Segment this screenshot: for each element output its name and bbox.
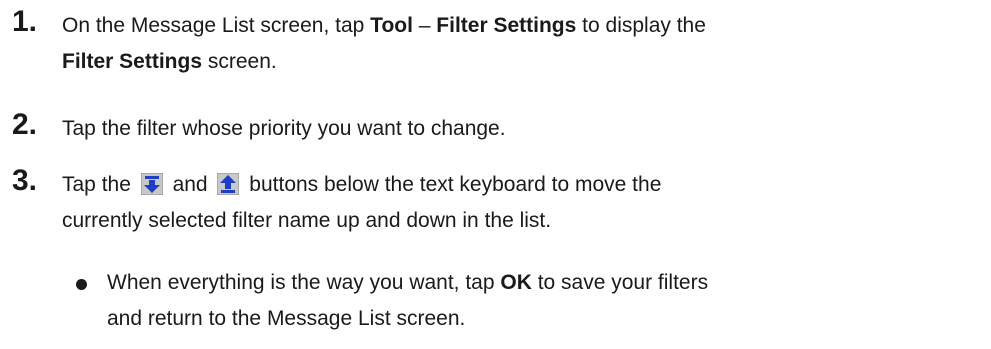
menu-filter-settings-label: Filter Settings [436,14,577,37]
instruction-document: 1. On the Message List screen, tap Tool … [0,0,991,349]
step-number: 1. [12,5,38,38]
menu-tool-label: Tool [370,14,413,37]
step-number: 3. [12,164,38,197]
step-text: Tap the and buttons below the text keybo… [62,171,662,232]
step-text: Tap the filter whose priority you want t… [62,117,506,140]
bullet-dot [76,279,87,290]
step-number: 2. [12,108,38,141]
bullet-text: When everything is the way you want, tap… [107,271,709,330]
screen-name-label: Filter Settings [62,50,203,73]
move-up-icon [216,171,240,196]
step-text: On the Message List screen, tap Tool – F… [62,14,706,73]
move-down-icon [140,171,164,196]
ok-label: OK [500,271,532,294]
